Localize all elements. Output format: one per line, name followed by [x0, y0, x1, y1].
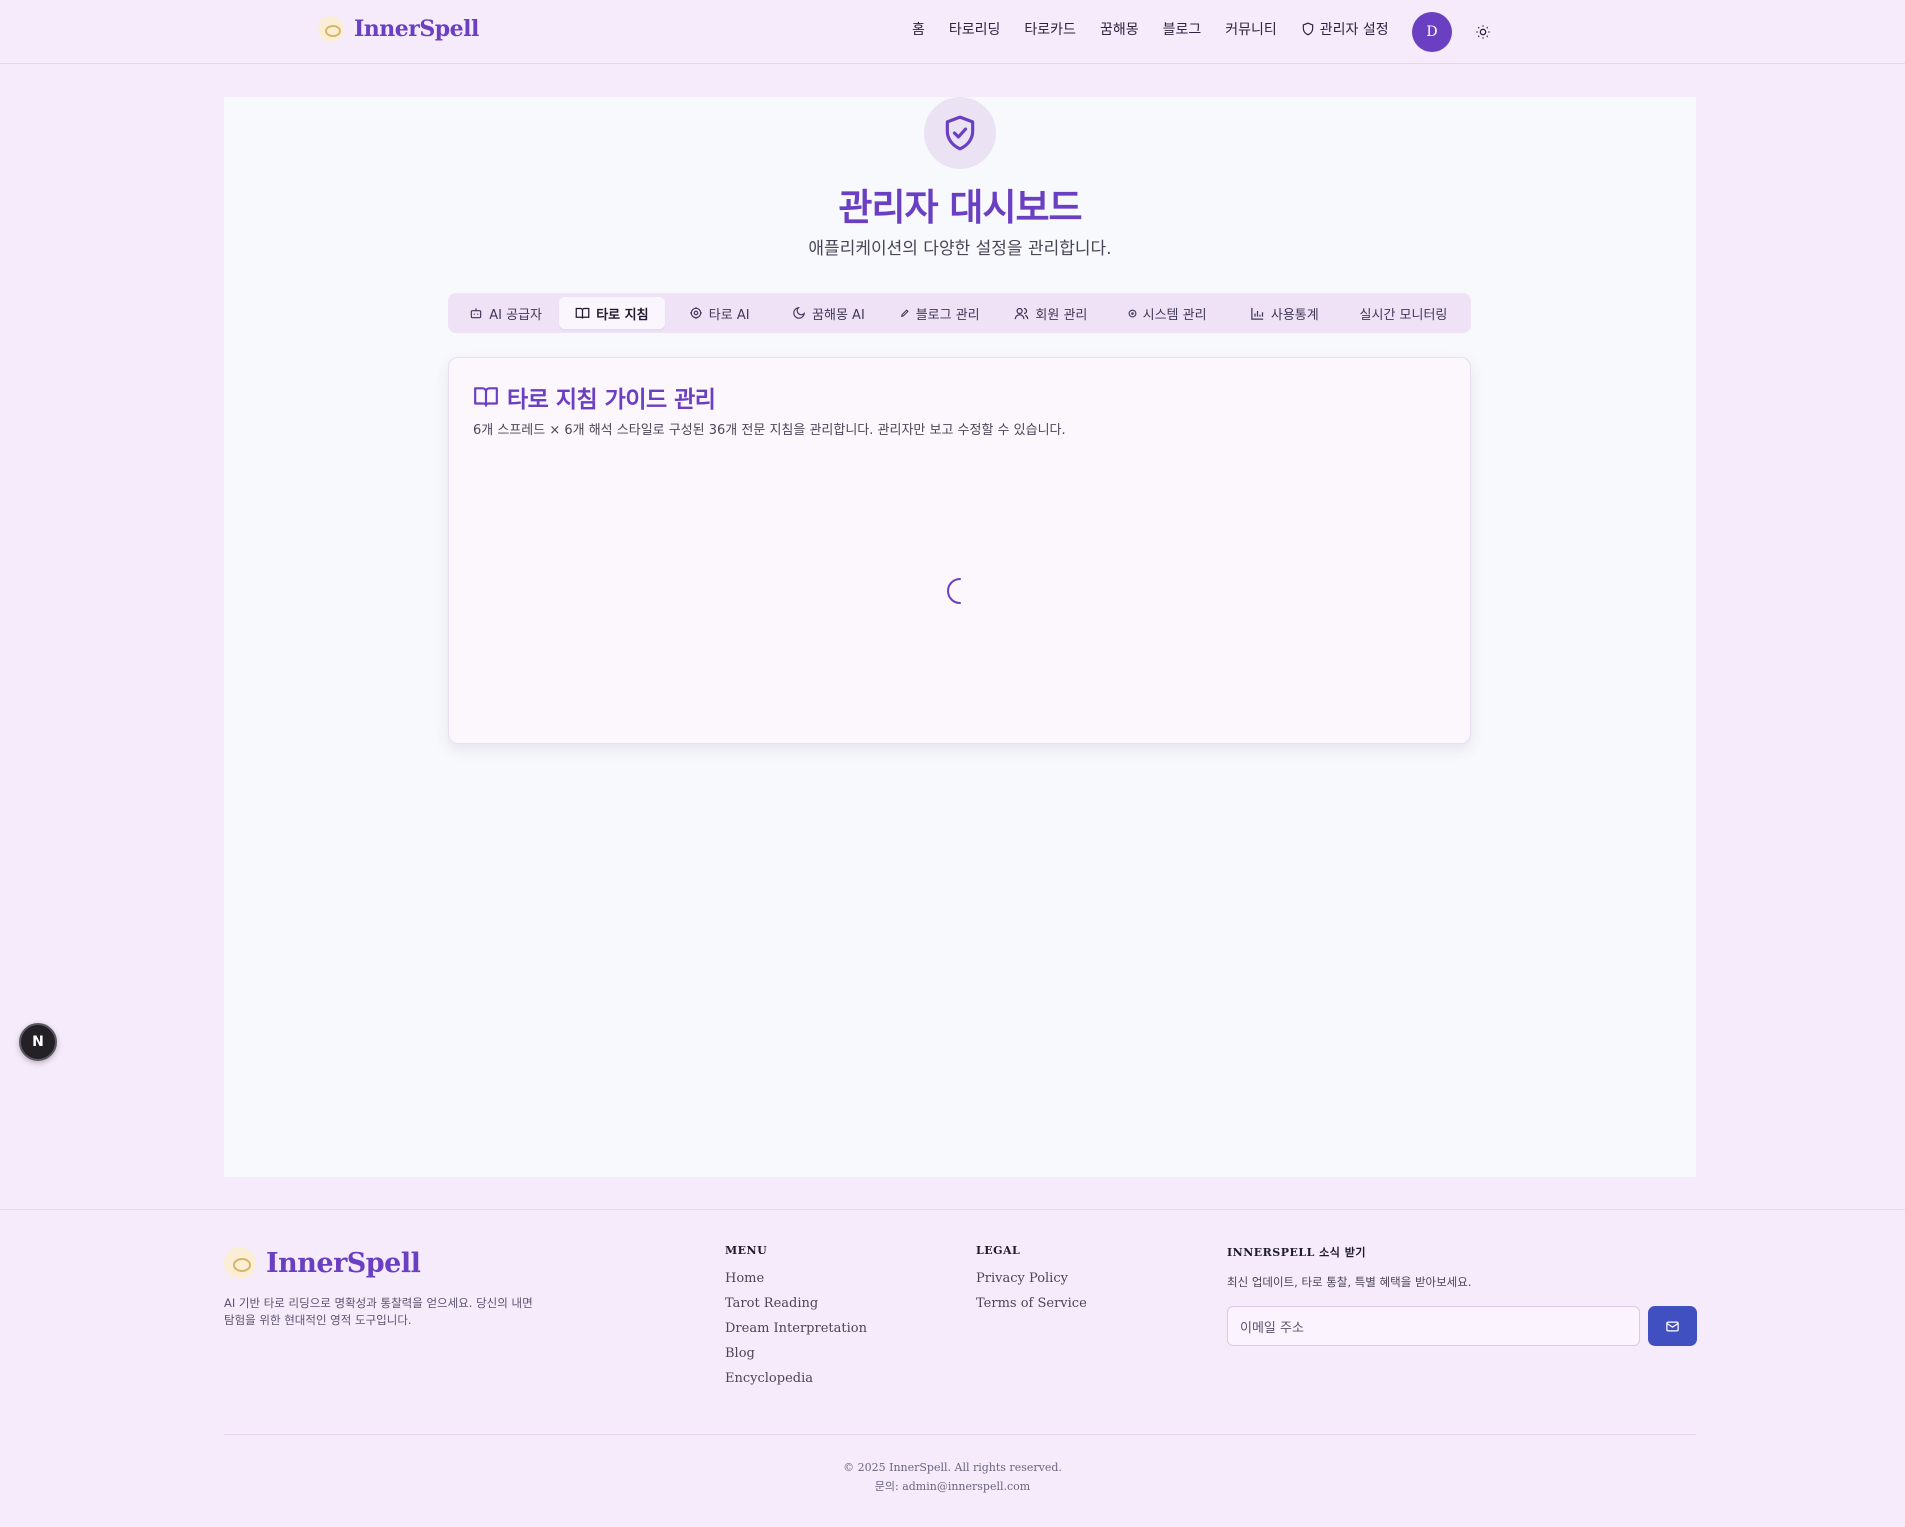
- moon-icon: [793, 306, 806, 319]
- footer-link-tarot-reading[interactable]: Tarot Reading: [725, 1296, 867, 1311]
- page-title: 관리자 대시보드: [838, 186, 1082, 229]
- card-description: 6개 스프레드 × 6개 해석 스타일로 구성된 36개 전문 지침을 관리합니…: [473, 423, 1066, 438]
- footer-link-privacy[interactable]: Privacy Policy: [976, 1271, 1087, 1286]
- tab-label: 타로 AI: [708, 307, 750, 323]
- footer-legal-title: LEGAL: [976, 1244, 1021, 1257]
- site-footer: InnerSpell AI 기반 타로 리딩으로 명확성과 통찰력을 얻으세요.…: [0, 1209, 1905, 1527]
- admin-tabs: AI 공급자 타로 지침 타로 AI 꿈해몽 AI 블로그 관리 회원 관리 시…: [448, 293, 1471, 333]
- email-field[interactable]: 이메일 주소: [1227, 1306, 1640, 1346]
- footer-tagline: AI 기반 타로 리딩으로 명확성과 통찰력을 얻으세요. 당신의 내면 탐험을…: [224, 1296, 533, 1327]
- tab-label: 블로그 관리: [915, 307, 980, 323]
- tab-member-management[interactable]: 회원 관리: [996, 297, 1105, 329]
- admin-settings-label: 관리자 설정: [1319, 22, 1389, 38]
- tab-label: 타로 지침: [596, 307, 649, 323]
- guideline-card: 타로 지침 가이드 관리 6개 스프레드 × 6개 해석 스타일로 구성된 36…: [448, 357, 1471, 744]
- tab-label: 사용통계: [1270, 307, 1319, 323]
- top-header: InnerSpell 홈 타로리딩 타로카드 꿈해몽 블로그 커뮤니티 관리자 …: [0, 0, 1905, 64]
- main-nav: 홈 타로리딩 타로카드 꿈해몽 블로그 커뮤니티 관리자 설정: [912, 19, 1413, 39]
- dev-tools-button[interactable]: N: [19, 1023, 57, 1061]
- nav-item-home[interactable]: 홈: [912, 19, 925, 39]
- footer-link-blog[interactable]: Blog: [725, 1346, 867, 1361]
- contact-text: 문의: admin@innerspell.com: [874, 1480, 1031, 1493]
- nav-item-community[interactable]: 커뮤니티: [1225, 19, 1277, 39]
- loading-spinner-icon: [947, 578, 961, 604]
- tab-tarot-ai[interactable]: 타로 AI: [667, 297, 772, 329]
- eye-logo-icon: [224, 1247, 256, 1279]
- theme-toggle-button[interactable]: [1473, 22, 1493, 42]
- newsletter-title: INNERSPELL 소식 받기: [1227, 1246, 1366, 1259]
- mail-icon: [1666, 1321, 1679, 1331]
- hero-icon-circle: [924, 97, 996, 169]
- logo-text: InnerSpell: [354, 16, 479, 42]
- footer-link-terms[interactable]: Terms of Service: [976, 1296, 1087, 1311]
- footer-copyright: © 2025 InnerSpell. All rights reserved. …: [0, 1458, 1905, 1496]
- footer-logo-text: InnerSpell: [266, 1247, 421, 1279]
- book-open-icon: [575, 307, 590, 319]
- footer-newsletter-column: INNERSPELL 소식 받기 최신 업데이트, 타로 통찰, 특별 혜택을 …: [1227, 1244, 1697, 1346]
- tab-blog-management[interactable]: 블로그 관리: [885, 297, 994, 329]
- tab-label: 실시간 모니터링: [1359, 307, 1448, 323]
- nav-item-dream[interactable]: 꿈해몽: [1100, 19, 1139, 39]
- tab-label: 시스템 관리: [1142, 307, 1207, 323]
- nav-item-admin-settings[interactable]: 관리자 설정: [1301, 19, 1389, 39]
- tab-label: 회원 관리: [1035, 307, 1088, 323]
- tab-label: 꿈해몽 AI: [812, 307, 865, 323]
- newsletter-description: 최신 업데이트, 타로 통찰, 특별 혜택을 받아보세요.: [1227, 1275, 1472, 1289]
- footer-menu-column: MENU Home Tarot Reading Dream Interpreta…: [725, 1244, 867, 1396]
- tab-ai-provider[interactable]: AI 공급자: [454, 297, 557, 329]
- shield-icon: [1302, 22, 1314, 36]
- footer-link-encyclopedia[interactable]: Encyclopedia: [725, 1371, 867, 1386]
- shield-check-icon: [945, 115, 975, 151]
- eye-logo-icon: [318, 16, 344, 42]
- tab-usage-stats[interactable]: 사용통계: [1229, 297, 1340, 329]
- circle-dot-icon: [1128, 309, 1137, 317]
- dev-tools-label: N: [32, 1034, 44, 1050]
- users-icon: [1015, 307, 1029, 319]
- card-title: 타로 지침 가이드 관리: [473, 380, 716, 414]
- user-avatar[interactable]: D: [1412, 12, 1452, 52]
- tab-dream-ai[interactable]: 꿈해몽 AI: [774, 297, 883, 329]
- sun-icon: [1476, 25, 1490, 39]
- tab-realtime-monitoring[interactable]: 실시간 모니터링: [1342, 297, 1465, 329]
- copyright-text: © 2025 InnerSpell. All rights reserved.: [843, 1461, 1062, 1474]
- bot-icon: [471, 308, 482, 319]
- footer-logo[interactable]: InnerSpell: [224, 1247, 421, 1279]
- footer-menu-title: MENU: [725, 1244, 768, 1257]
- footer-divider: [224, 1434, 1696, 1435]
- admin-main-panel: 관리자 대시보드 애플리케이션의 다양한 설정을 관리합니다. AI 공급자 타…: [224, 97, 1696, 1177]
- cog-icon: [689, 307, 702, 319]
- book-open-icon: [474, 387, 498, 407]
- subscribe-button[interactable]: [1648, 1306, 1697, 1346]
- newsletter-form: 이메일 주소: [1227, 1306, 1697, 1346]
- footer-link-dream[interactable]: Dream Interpretation: [725, 1321, 867, 1336]
- tab-system-management[interactable]: 시스템 관리: [1108, 297, 1227, 329]
- footer-link-home[interactable]: Home: [725, 1271, 867, 1286]
- footer-legal-column: LEGAL Privacy Policy Terms of Service: [976, 1244, 1087, 1321]
- page-subtitle: 애플리케이션의 다양한 설정을 관리합니다.: [808, 239, 1112, 259]
- bar-chart-icon: [1251, 307, 1263, 320]
- header-logo[interactable]: InnerSpell: [318, 16, 479, 42]
- tab-tarot-guidelines[interactable]: 타로 지침: [559, 297, 665, 329]
- nav-item-tarot-cards[interactable]: 타로카드: [1024, 19, 1076, 39]
- nav-item-blog[interactable]: 블로그: [1163, 19, 1202, 39]
- pen-icon: [900, 309, 909, 318]
- card-title-text: 타로 지침 가이드 관리: [507, 387, 716, 413]
- tab-label: AI 공급자: [489, 307, 543, 323]
- nav-item-tarot-reading[interactable]: 타로리딩: [949, 19, 1001, 39]
